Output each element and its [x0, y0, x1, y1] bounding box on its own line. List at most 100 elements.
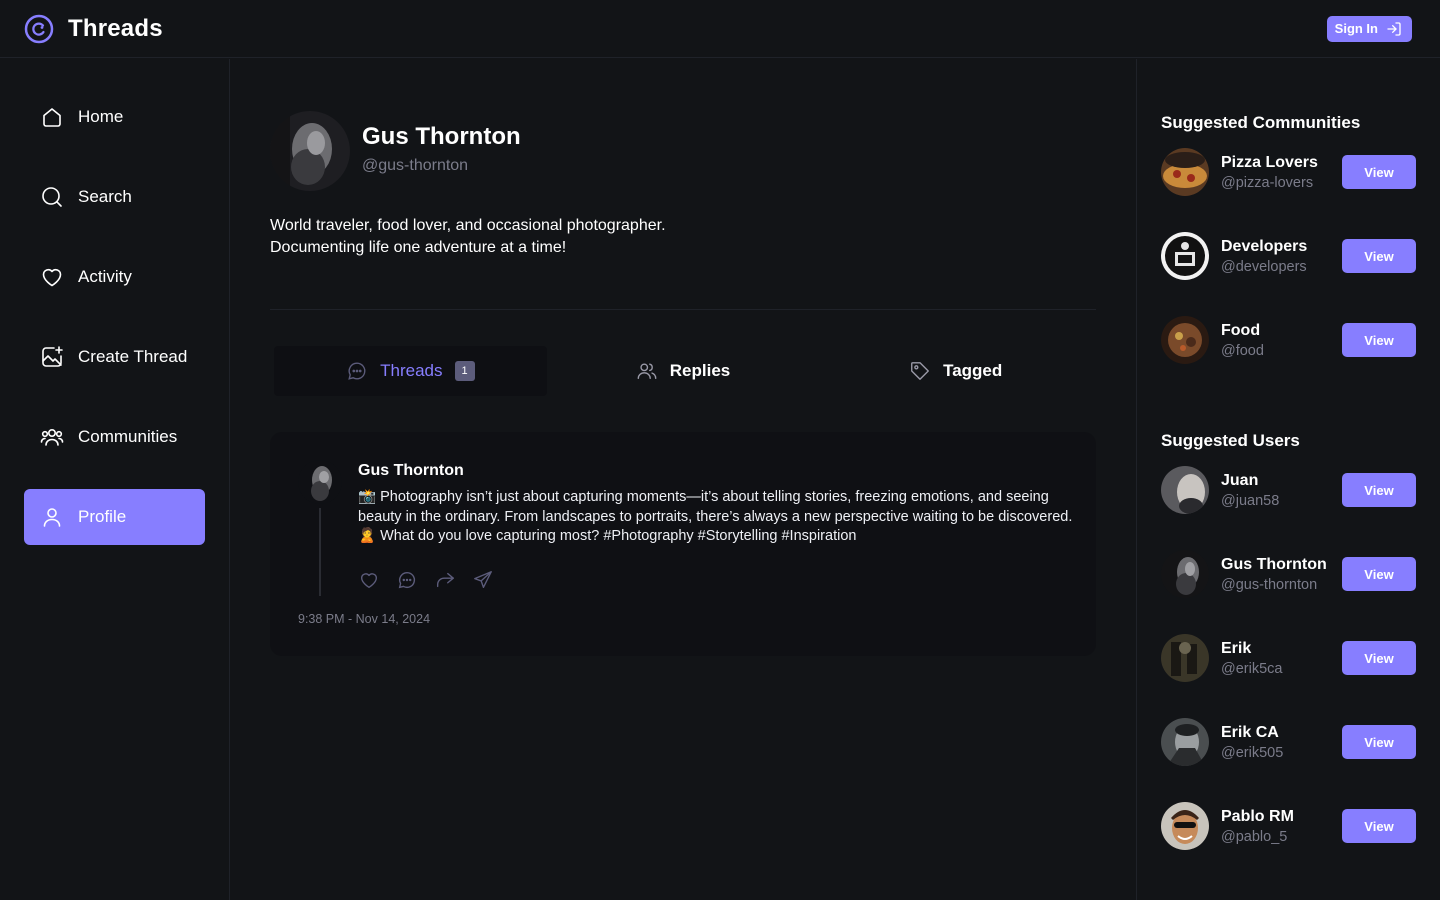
- user-item: Erik @erik5ca View: [1161, 633, 1416, 683]
- view-button[interactable]: View: [1342, 323, 1416, 357]
- tab-label: Tagged: [943, 361, 1003, 380]
- suggested-communities-title: Suggested Communities: [1161, 113, 1361, 132]
- user-avatar[interactable]: [1161, 802, 1209, 850]
- home-icon: [43, 108, 61, 127]
- community-name: Food: [1221, 321, 1261, 339]
- app-title: Threads: [68, 14, 163, 42]
- thread-actions: [358, 569, 1078, 591]
- user-text: Erik @erik5ca: [1221, 640, 1342, 677]
- users-icon: [40, 429, 64, 446]
- heart-icon: [42, 269, 62, 287]
- tab-label: Threads: [380, 361, 443, 380]
- profile-header: Gus Thornton @gus-thornton: [270, 111, 1096, 191]
- share-icon[interactable]: [472, 569, 494, 591]
- user-avatar[interactable]: [1161, 718, 1209, 766]
- tag-icon: [911, 362, 930, 380]
- profile-tabs: Threads 1 Replies Tagged: [270, 346, 1096, 396]
- view-button[interactable]: View: [1342, 473, 1416, 507]
- view-button[interactable]: View: [1342, 155, 1416, 189]
- user-item: Juan @juan58 View: [1161, 465, 1416, 515]
- user-item: Gus Thornton @gus-thornton View: [1161, 549, 1416, 599]
- sign-in-icon: [1387, 21, 1401, 36]
- profile-handle: @gus-thornton: [362, 157, 469, 174]
- sign-in-label: Sign In: [1334, 21, 1378, 36]
- brand[interactable]: Threads: [24, 14, 163, 44]
- community-handle: @food: [1221, 342, 1264, 359]
- community-name: Pizza Lovers: [1221, 153, 1318, 171]
- community-item: Developers @developers View: [1161, 231, 1416, 281]
- community-text: Developers @developers: [1221, 238, 1342, 275]
- view-button[interactable]: View: [1342, 641, 1416, 675]
- suggested-users-list: Juan @juan58 View Gus Thornton @gus-thor…: [1161, 465, 1416, 851]
- search-icon: [42, 187, 62, 207]
- community-avatar[interactable]: [1161, 316, 1209, 364]
- profile-name: Gus Thornton: [362, 123, 521, 150]
- user-handle: @juan58: [1221, 492, 1280, 509]
- tab-tagged[interactable]: Tagged: [819, 346, 1092, 396]
- thread-author-avatar[interactable]: [298, 460, 342, 504]
- user-avatar[interactable]: [1161, 466, 1209, 514]
- sidebar-item-communities[interactable]: Communities: [24, 409, 205, 465]
- user-avatar[interactable]: [1161, 634, 1209, 682]
- user-name: Erik: [1221, 639, 1252, 657]
- sidebar-item-activity[interactable]: Activity: [24, 249, 205, 305]
- suggested-communities-list: Pizza Lovers @pizza-lovers View Develope…: [1161, 147, 1416, 365]
- profile-info: Gus Thornton @gus-thornton: [362, 123, 521, 175]
- community-avatar[interactable]: [1161, 232, 1209, 280]
- user-name: Gus Thornton: [1221, 555, 1327, 573]
- user-name: Pablo RM: [1221, 807, 1294, 825]
- user-item: Erik CA @erik505 View: [1161, 717, 1416, 767]
- profile-avatar: [270, 111, 350, 191]
- sign-in-button[interactable]: Sign In: [1326, 15, 1412, 42]
- community-handle: @pizza-lovers: [1221, 174, 1314, 191]
- view-button[interactable]: View: [1342, 557, 1416, 591]
- community-handle: @developers: [1221, 258, 1307, 275]
- reply-icon[interactable]: [396, 569, 418, 591]
- profile-bio: World traveler, food lover, and occasion…: [270, 217, 666, 256]
- left-sidebar: Home Search Activity Create Thread Commu…: [0, 59, 230, 900]
- user-text: Gus Thornton @gus-thornton: [1221, 556, 1342, 593]
- view-button[interactable]: View: [1342, 725, 1416, 759]
- community-item: Pizza Lovers @pizza-lovers View: [1161, 147, 1416, 197]
- sidebar-item-label: Search: [78, 187, 132, 206]
- user-avatar[interactable]: [1161, 550, 1209, 598]
- view-button[interactable]: View: [1342, 809, 1416, 843]
- sidebar-item-create-thread[interactable]: Create Thread: [24, 329, 205, 385]
- thread-row: Gus Thornton 📸 Photography isn’t just ab…: [298, 460, 1072, 596]
- tab-threads[interactable]: Threads 1: [274, 346, 547, 396]
- community-text: Food @food: [1221, 322, 1342, 359]
- view-button[interactable]: View: [1342, 239, 1416, 273]
- top-bar: Threads Sign In: [0, 0, 1440, 58]
- thread-author-name[interactable]: Gus Thornton: [358, 462, 1078, 480]
- user-text: Erik CA @erik505: [1221, 724, 1342, 761]
- users-icon: [637, 363, 657, 380]
- right-sidebar: Suggested Communities Pizza Lovers @pizz…: [1136, 59, 1440, 900]
- sidebar-item-home[interactable]: Home: [24, 89, 205, 145]
- divider: [270, 309, 1096, 310]
- tab-label: Replies: [669, 361, 731, 380]
- user-name: Erik CA: [1221, 723, 1279, 741]
- user-text: Pablo RM @pablo_5: [1221, 808, 1342, 845]
- heart-icon[interactable]: [358, 569, 380, 591]
- sidebar-item-label: Profile: [78, 507, 127, 526]
- user-handle: @erik505: [1221, 744, 1284, 761]
- sidebar-item-profile[interactable]: Profile: [24, 489, 205, 545]
- thread-card[interactable]: Gus Thornton 📸 Photography isn’t just ab…: [270, 432, 1096, 656]
- thread-body: Gus Thornton 📸 Photography isn’t just ab…: [358, 460, 1078, 596]
- repost-icon[interactable]: [434, 569, 456, 591]
- thread-timestamp: 9:38 PM - Nov 14, 2024: [298, 612, 431, 626]
- thread-line: [319, 508, 321, 596]
- user-name: Juan: [1221, 471, 1259, 489]
- user-handle: @pablo_5: [1221, 828, 1288, 845]
- main-content: Gus Thornton @gus-thornton World travele…: [230, 59, 1136, 900]
- tab-replies[interactable]: Replies: [547, 346, 820, 396]
- user-item: Pablo RM @pablo_5 View: [1161, 801, 1416, 851]
- sidebar-item-label: Create Thread: [78, 347, 188, 366]
- sidebar-item-search[interactable]: Search: [24, 169, 205, 225]
- user-text: Juan @juan58: [1221, 472, 1342, 509]
- user-icon: [43, 508, 61, 527]
- image-plus-icon: [42, 346, 63, 367]
- thread-left-column: [298, 460, 342, 596]
- community-avatar[interactable]: [1161, 148, 1209, 196]
- threads-logo-icon: [24, 14, 54, 43]
